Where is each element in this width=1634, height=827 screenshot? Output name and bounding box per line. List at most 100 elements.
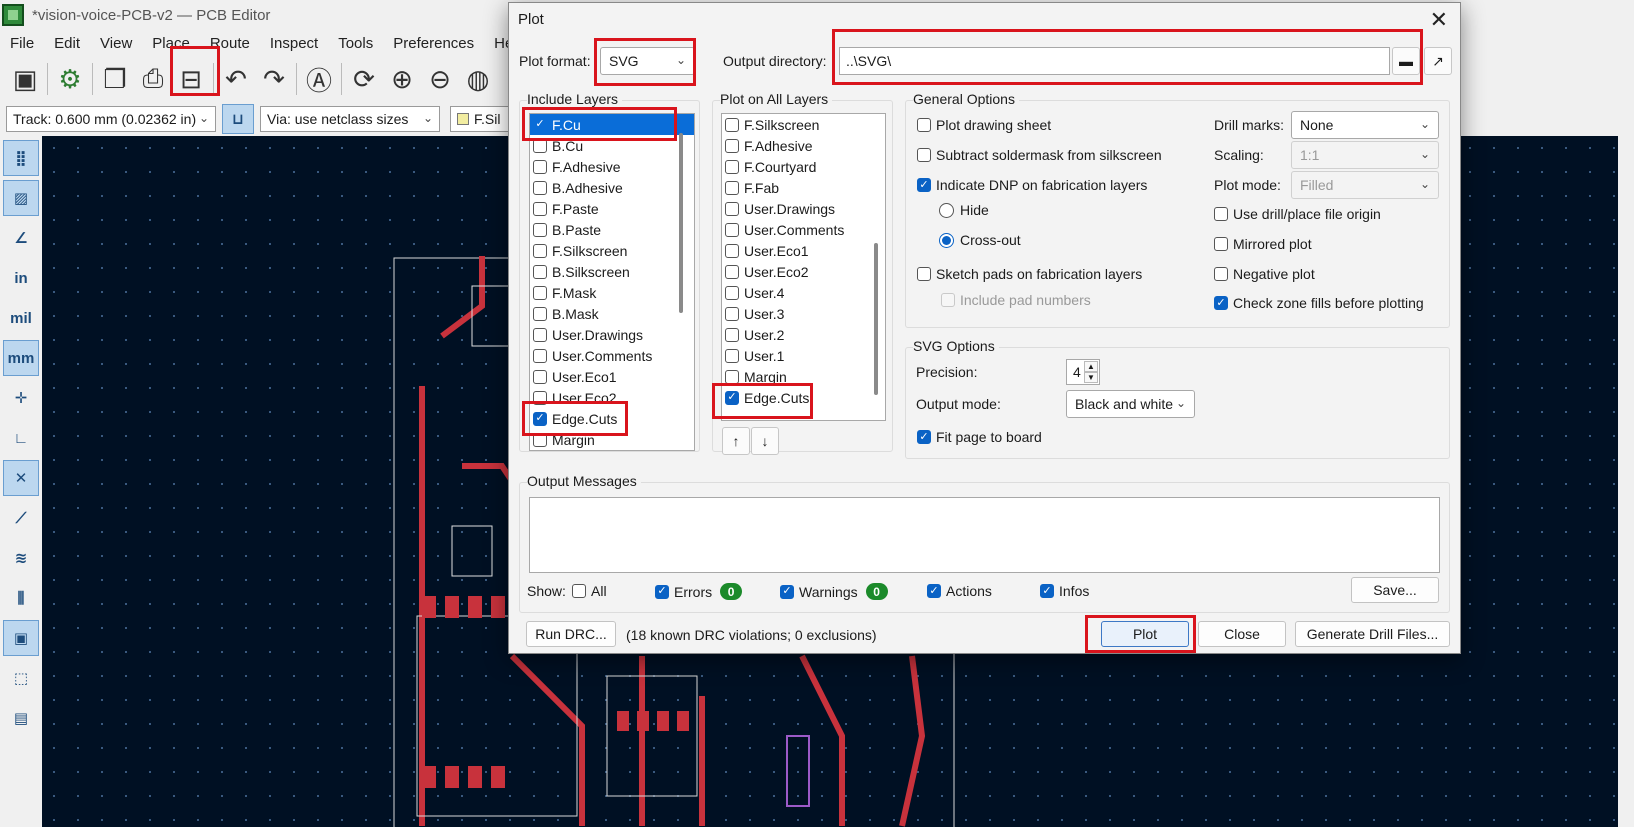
checkbox[interactable] [533,264,547,279]
layer-item[interactable]: Margin [722,366,885,387]
generate-drill-files-button[interactable]: Generate Drill Files... [1295,621,1450,647]
sketch-pads-option[interactable]: Sketch pads on fabrication layers [917,266,1142,282]
checkbox[interactable] [725,201,739,216]
checkbox[interactable] [725,243,739,258]
plot-icon[interactable]: ⊟ [172,60,210,98]
layer-item[interactable]: User.Eco1 [530,366,694,387]
checkbox[interactable] [1214,296,1228,310]
track-width-select[interactable]: Track: 0.600 mm (0.02362 in) ⌄ [6,106,216,132]
include-layers-scrollbar[interactable] [679,133,683,313]
radio-button[interactable] [939,232,954,248]
subtract-soldermask-option[interactable]: Subtract soldermask from silkscreen [917,147,1162,163]
checkbox[interactable] [917,430,931,444]
checkbox[interactable] [533,222,547,237]
plot-drawing-sheet-option[interactable]: Plot drawing sheet [917,117,1051,133]
grid-overrides-icon[interactable]: ▨ [3,180,39,216]
open-external-icon[interactable]: ↗ [1424,47,1452,75]
checkbox[interactable] [572,584,586,598]
layer-item[interactable]: User.2 [722,324,885,345]
layer-item[interactable]: F.Adhesive [722,135,885,156]
layer-item[interactable]: B.Mask [530,303,694,324]
checkbox[interactable] [533,306,547,321]
menu-preferences[interactable]: Preferences [383,35,484,52]
show-actions-option[interactable]: Actions [927,583,992,599]
checkbox[interactable] [533,327,547,342]
indicate-dnp-option[interactable]: Indicate DNP on fabrication layers [917,177,1147,193]
plot-mode-select[interactable]: Filled ⌄ [1291,171,1439,199]
layer-item[interactable]: User.Eco1 [722,240,885,261]
checkbox[interactable] [725,117,739,132]
mirrored-plot-option[interactable]: Mirrored plot [1214,236,1312,252]
layer-item[interactable]: F.Courtyard [722,156,885,177]
layer-item[interactable]: B.Paste [530,219,694,240]
layer-select[interactable]: F.Sil [450,106,510,132]
menu-file[interactable]: File [0,35,44,52]
grid-icon[interactable]: ⣿ [3,140,39,176]
checkbox[interactable] [533,118,547,132]
redo-icon[interactable]: ↷ [255,60,293,98]
checkbox[interactable] [533,201,547,216]
page-settings-icon[interactable]: ❐ [96,60,134,98]
checkbox[interactable] [1214,237,1228,251]
layer-item[interactable]: F.Mask [530,282,694,303]
select-outline-icon[interactable]: ⬚ [3,660,39,696]
checkbox[interactable] [917,148,931,162]
menu-view[interactable]: View [90,35,142,52]
show-warnings-option[interactable]: Warnings 0 [780,583,888,600]
dnp-hide-radio[interactable]: Hide [939,202,989,218]
units-mils-icon[interactable]: mil [3,300,39,336]
radio-button[interactable] [939,202,954,218]
board-setup-icon[interactable]: ⚙ [51,60,89,98]
checkbox[interactable] [725,348,739,363]
checkbox[interactable] [533,432,547,447]
net-inspector-icon[interactable]: ▤ [3,700,39,736]
layer-item[interactable]: B.Silkscreen [530,261,694,282]
layer-item[interactable]: F.Silkscreen [530,240,694,261]
zone-display-icon[interactable]: ▣ [3,620,39,656]
checkbox[interactable] [533,180,547,195]
checkbox[interactable] [725,306,739,321]
show-infos-option[interactable]: Infos [1040,583,1089,599]
spin-up-icon[interactable]: ▲ [1084,361,1098,372]
folder-icon[interactable]: ▬ [1392,47,1420,75]
undo-icon[interactable]: ↶ [217,60,255,98]
checkbox[interactable] [533,138,547,153]
layer-item[interactable]: F.Paste [530,198,694,219]
checkbox[interactable] [780,584,794,599]
run-drc-button[interactable]: Run DRC... [526,621,616,647]
spin-down-icon[interactable]: ▼ [1084,372,1098,383]
layer-item[interactable]: User.Comments [722,219,885,240]
negative-plot-option[interactable]: Negative plot [1214,266,1315,282]
zoom-out-icon[interactable]: ⊖ [421,60,459,98]
checkbox[interactable] [725,285,739,300]
checkbox[interactable] [725,327,739,342]
units-mm-icon[interactable]: mm [3,340,39,376]
checkbox[interactable] [533,369,547,384]
layer-item[interactable]: F.Adhesive [530,156,694,177]
layer-item[interactable]: User.Drawings [722,198,885,219]
layer-item[interactable]: User.4 [722,282,885,303]
move-up-icon[interactable]: ↑ [722,427,750,455]
close-icon[interactable]: ✕ [1430,7,1448,33]
high-contrast-icon[interactable]: ⫼ [3,580,39,616]
checkbox[interactable] [725,222,739,237]
checkbox[interactable] [917,118,931,132]
layer-item[interactable]: User.3 [722,303,885,324]
output-dir-input[interactable]: ..\SVG\ [839,47,1390,75]
save-icon[interactable]: ▣ [6,60,44,98]
checkbox[interactable] [725,159,739,174]
units-inches-icon[interactable]: in [3,260,39,296]
checkbox[interactable] [927,584,941,598]
cursor-shape-icon[interactable]: ✛ [3,380,39,416]
layer-item[interactable]: B.Adhesive [530,177,694,198]
checkbox[interactable] [533,243,547,258]
layer-item[interactable]: User.Eco2 [530,387,694,408]
checkbox[interactable] [533,390,547,405]
layer-item[interactable]: User.Eco2 [722,261,885,282]
polar-coords-icon[interactable]: ∠ [3,220,39,256]
scaling-select[interactable]: 1:1 ⌄ [1291,141,1439,169]
output-messages-area[interactable] [529,497,1440,573]
menu-tools[interactable]: Tools [328,35,383,52]
layer-item[interactable]: F.Silkscreen [722,114,885,135]
zoom-fit-icon[interactable]: ◍ [459,60,497,98]
